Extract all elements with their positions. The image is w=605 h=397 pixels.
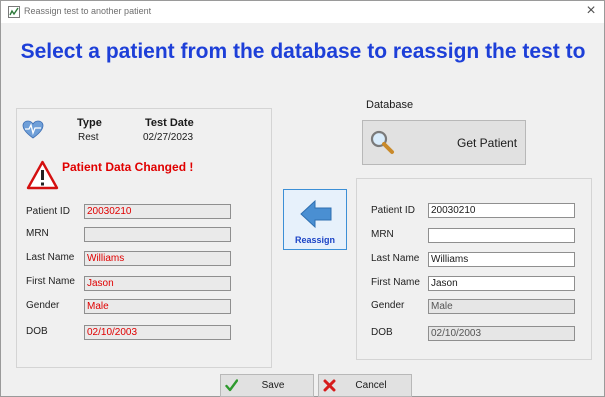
- gender-label: Gender: [26, 300, 60, 311]
- left-arrow-icon: [300, 199, 332, 229]
- save-label: Save: [261, 380, 285, 391]
- window-title: Reassign test to another patient: [24, 6, 152, 16]
- test-date-header: Test Date: [145, 117, 194, 129]
- cancel-label: Cancel: [355, 380, 387, 391]
- page-heading: Select a patient from the database to re…: [20, 40, 586, 63]
- last-name-label: Last Name: [26, 252, 75, 263]
- test-date-value: 02/27/2023: [143, 132, 194, 143]
- database-label: Database: [366, 99, 414, 111]
- type-value: Rest: [78, 132, 99, 143]
- patient-id-label: Patient ID: [26, 206, 70, 217]
- db-gender-label: Gender: [371, 300, 405, 311]
- dob-label: DOB: [26, 326, 48, 337]
- db-mrn-label: MRN: [371, 229, 394, 240]
- db-gender-field: Male: [428, 299, 575, 314]
- heart-monitor-icon: [22, 120, 44, 139]
- db-first-name-label: First Name: [371, 277, 420, 288]
- title-bar: Reassign test to another patient ×: [1, 1, 604, 23]
- patient-data-changed-warning: Patient Data Changed !: [62, 160, 194, 174]
- cancel-button[interactable]: Cancel: [318, 374, 412, 397]
- app-icon: [8, 6, 20, 18]
- db-dob-field: 02/10/2003: [428, 326, 575, 341]
- mrn-label: MRN: [26, 228, 49, 239]
- reassign-label: Reassign: [294, 235, 336, 245]
- current-dob-field: 02/10/2003: [84, 325, 231, 340]
- current-gender-field: Male: [84, 299, 231, 314]
- first-name-label: First Name: [26, 276, 75, 287]
- current-last-name-field: Williams: [84, 251, 231, 266]
- get-patient-label: Get Patient: [457, 136, 518, 150]
- save-button[interactable]: Save: [220, 374, 314, 397]
- current-patient-id-field: 20030210: [84, 204, 231, 219]
- close-button[interactable]: ×: [580, 1, 602, 23]
- warning-triangle-icon: [26, 160, 59, 190]
- current-mrn-field: [84, 227, 231, 242]
- db-last-name-label: Last Name: [371, 253, 420, 264]
- db-first-name-field[interactable]: Jason: [428, 276, 575, 291]
- get-patient-button[interactable]: Get Patient: [362, 120, 526, 165]
- db-patient-id-field[interactable]: 20030210: [428, 203, 575, 218]
- db-last-name-field[interactable]: Williams: [428, 252, 575, 267]
- reassign-button[interactable]: Reassign: [283, 189, 347, 250]
- db-patient-id-label: Patient ID: [371, 205, 415, 216]
- db-mrn-field[interactable]: [428, 228, 575, 243]
- magnifier-icon: [370, 130, 394, 154]
- current-first-name-field: Jason: [84, 276, 231, 291]
- db-dob-label: DOB: [371, 327, 393, 338]
- type-header: Type: [77, 117, 102, 129]
